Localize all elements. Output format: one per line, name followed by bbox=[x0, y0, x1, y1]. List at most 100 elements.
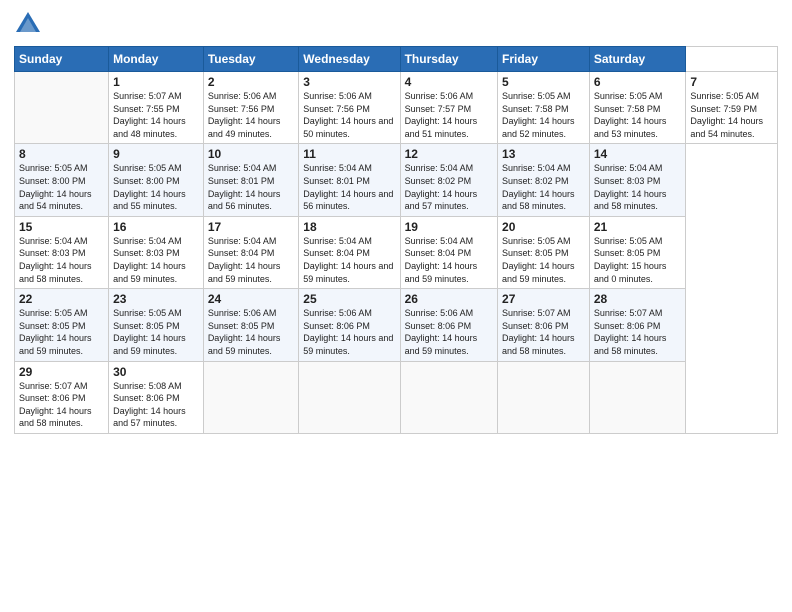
header-day-monday: Monday bbox=[109, 47, 204, 72]
day-number: 5 bbox=[502, 75, 585, 89]
day-info: Sunrise: 5:05 AMSunset: 8:05 PMDaylight:… bbox=[594, 236, 667, 284]
day-number: 15 bbox=[19, 220, 104, 234]
day-number: 7 bbox=[690, 75, 773, 89]
calendar-cell: 29 Sunrise: 5:07 AMSunset: 8:06 PMDayligh… bbox=[15, 361, 109, 433]
logo bbox=[14, 10, 44, 38]
day-number: 2 bbox=[208, 75, 294, 89]
calendar-cell: 5 Sunrise: 5:05 AMSunset: 7:58 PMDaylight… bbox=[498, 72, 590, 144]
day-info: Sunrise: 5:05 AMSunset: 7:58 PMDaylight:… bbox=[594, 91, 667, 139]
calendar-cell: 21Sunrise: 5:05 AMSunset: 8:05 PMDayligh… bbox=[589, 216, 686, 288]
calendar-cell: 8 Sunrise: 5:05 AMSunset: 8:00 PMDaylight… bbox=[15, 144, 109, 216]
calendar-cell: 10Sunrise: 5:04 AMSunset: 8:01 PMDayligh… bbox=[203, 144, 298, 216]
day-number: 17 bbox=[208, 220, 294, 234]
day-info: Sunrise: 5:06 AMSunset: 7:57 PMDaylight:… bbox=[405, 91, 478, 139]
calendar-cell: 15 Sunrise: 5:04 AMSunset: 8:03 PMDayligh… bbox=[15, 216, 109, 288]
day-info: Sunrise: 5:04 AMSunset: 8:03 PMDaylight:… bbox=[19, 236, 92, 284]
header-day-tuesday: Tuesday bbox=[203, 47, 298, 72]
day-info: Sunrise: 5:04 AMSunset: 8:02 PMDaylight:… bbox=[502, 163, 575, 211]
empty-cell bbox=[15, 72, 109, 144]
calendar-cell: 19Sunrise: 5:04 AMSunset: 8:04 PMDayligh… bbox=[400, 216, 497, 288]
day-number: 20 bbox=[502, 220, 585, 234]
day-number: 10 bbox=[208, 147, 294, 161]
calendar-table: SundayMondayTuesdayWednesdayThursdayFrid… bbox=[14, 46, 778, 434]
day-info: Sunrise: 5:04 AMSunset: 8:04 PMDaylight:… bbox=[405, 236, 478, 284]
day-info: Sunrise: 5:04 AMSunset: 8:02 PMDaylight:… bbox=[405, 163, 478, 211]
day-info: Sunrise: 5:05 AMSunset: 8:05 PMDaylight:… bbox=[19, 308, 92, 356]
calendar-week-row: 15 Sunrise: 5:04 AMSunset: 8:03 PMDayligh… bbox=[15, 216, 778, 288]
day-info: Sunrise: 5:07 AMSunset: 8:06 PMDaylight:… bbox=[502, 308, 575, 356]
calendar-cell: 2Sunrise: 5:06 AMSunset: 7:56 PMDaylight… bbox=[203, 72, 298, 144]
day-number: 25 bbox=[303, 292, 395, 306]
calendar-week-row: 8 Sunrise: 5:05 AMSunset: 8:00 PMDaylight… bbox=[15, 144, 778, 216]
calendar-cell: 26 Sunrise: 5:06 AMSunset: 8:06 PMDayligh… bbox=[400, 289, 497, 361]
day-info: Sunrise: 5:07 AMSunset: 7:55 PMDaylight:… bbox=[113, 91, 186, 139]
day-info: Sunrise: 5:05 AMSunset: 8:00 PMDaylight:… bbox=[113, 163, 186, 211]
header-day-friday: Friday bbox=[498, 47, 590, 72]
calendar-cell: 18 Sunrise: 5:04 AMSunset: 8:04 PMDayligh… bbox=[299, 216, 400, 288]
header bbox=[14, 10, 778, 38]
calendar-cell bbox=[498, 361, 590, 433]
day-info: Sunrise: 5:07 AMSunset: 8:06 PMDaylight:… bbox=[19, 381, 92, 429]
day-number: 12 bbox=[405, 147, 493, 161]
header-day-sunday: Sunday bbox=[15, 47, 109, 72]
day-info: Sunrise: 5:05 AMSunset: 7:58 PMDaylight:… bbox=[502, 91, 575, 139]
day-info: Sunrise: 5:04 AMSunset: 8:04 PMDaylight:… bbox=[303, 236, 393, 284]
day-number: 22 bbox=[19, 292, 104, 306]
day-info: Sunrise: 5:05 AMSunset: 8:05 PMDaylight:… bbox=[502, 236, 575, 284]
calendar-cell: 6Sunrise: 5:05 AMSunset: 7:58 PMDaylight… bbox=[589, 72, 686, 144]
header-day-wednesday: Wednesday bbox=[299, 47, 400, 72]
day-number: 18 bbox=[303, 220, 395, 234]
day-number: 13 bbox=[502, 147, 585, 161]
day-info: Sunrise: 5:05 AMSunset: 7:59 PMDaylight:… bbox=[690, 91, 763, 139]
day-number: 24 bbox=[208, 292, 294, 306]
calendar-header-row: SundayMondayTuesdayWednesdayThursdayFrid… bbox=[15, 47, 778, 72]
day-info: Sunrise: 5:04 AMSunset: 8:03 PMDaylight:… bbox=[594, 163, 667, 211]
logo-icon bbox=[14, 10, 42, 38]
day-number: 9 bbox=[113, 147, 199, 161]
day-number: 1 bbox=[113, 75, 199, 89]
calendar-cell: 1 Sunrise: 5:07 AMSunset: 7:55 PMDaylight… bbox=[109, 72, 204, 144]
calendar-cell: 9 Sunrise: 5:05 AMSunset: 8:00 PMDaylight… bbox=[109, 144, 204, 216]
day-number: 11 bbox=[303, 147, 395, 161]
day-info: Sunrise: 5:07 AMSunset: 8:06 PMDaylight:… bbox=[594, 308, 667, 356]
day-number: 29 bbox=[19, 365, 104, 379]
calendar-cell: 20 Sunrise: 5:05 AMSunset: 8:05 PMDayligh… bbox=[498, 216, 590, 288]
day-info: Sunrise: 5:06 AMSunset: 8:06 PMDaylight:… bbox=[303, 308, 393, 356]
header-day-thursday: Thursday bbox=[400, 47, 497, 72]
calendar-cell: 22 Sunrise: 5:05 AMSunset: 8:05 PMDayligh… bbox=[15, 289, 109, 361]
calendar-cell: 30Sunrise: 5:08 AMSunset: 8:06 PMDayligh… bbox=[109, 361, 204, 433]
day-number: 3 bbox=[303, 75, 395, 89]
calendar-cell: 4 Sunrise: 5:06 AMSunset: 7:57 PMDaylight… bbox=[400, 72, 497, 144]
day-info: Sunrise: 5:05 AMSunset: 8:00 PMDaylight:… bbox=[19, 163, 92, 211]
calendar-week-row: 29 Sunrise: 5:07 AMSunset: 8:06 PMDayligh… bbox=[15, 361, 778, 433]
calendar-cell: 12 Sunrise: 5:04 AMSunset: 8:02 PMDayligh… bbox=[400, 144, 497, 216]
calendar-cell bbox=[299, 361, 400, 433]
day-info: Sunrise: 5:04 AMSunset: 8:03 PMDaylight:… bbox=[113, 236, 186, 284]
calendar-week-row: 22 Sunrise: 5:05 AMSunset: 8:05 PMDayligh… bbox=[15, 289, 778, 361]
day-number: 8 bbox=[19, 147, 104, 161]
calendar-cell bbox=[400, 361, 497, 433]
day-info: Sunrise: 5:06 AMSunset: 8:06 PMDaylight:… bbox=[405, 308, 478, 356]
day-info: Sunrise: 5:04 AMSunset: 8:01 PMDaylight:… bbox=[303, 163, 393, 211]
calendar-cell: 25 Sunrise: 5:06 AMSunset: 8:06 PMDayligh… bbox=[299, 289, 400, 361]
calendar-cell bbox=[203, 361, 298, 433]
calendar-cell: 17 Sunrise: 5:04 AMSunset: 8:04 PMDayligh… bbox=[203, 216, 298, 288]
header-day-saturday: Saturday bbox=[589, 47, 686, 72]
day-number: 27 bbox=[502, 292, 585, 306]
day-number: 4 bbox=[405, 75, 493, 89]
page: SundayMondayTuesdayWednesdayThursdayFrid… bbox=[0, 0, 792, 612]
day-number: 26 bbox=[405, 292, 493, 306]
day-number: 14 bbox=[594, 147, 682, 161]
calendar-week-row: 1 Sunrise: 5:07 AMSunset: 7:55 PMDaylight… bbox=[15, 72, 778, 144]
day-info: Sunrise: 5:06 AMSunset: 8:05 PMDaylight:… bbox=[208, 308, 281, 356]
day-number: 23 bbox=[113, 292, 199, 306]
calendar-cell: 16Sunrise: 5:04 AMSunset: 8:03 PMDayligh… bbox=[109, 216, 204, 288]
calendar-cell: 11 Sunrise: 5:04 AMSunset: 8:01 PMDayligh… bbox=[299, 144, 400, 216]
calendar-cell: 28 Sunrise: 5:07 AMSunset: 8:06 PMDayligh… bbox=[589, 289, 686, 361]
day-info: Sunrise: 5:04 AMSunset: 8:04 PMDaylight:… bbox=[208, 236, 281, 284]
calendar-cell: 3Sunrise: 5:06 AMSunset: 7:56 PMDaylight… bbox=[299, 72, 400, 144]
day-info: Sunrise: 5:05 AMSunset: 8:05 PMDaylight:… bbox=[113, 308, 186, 356]
calendar-cell: 13 Sunrise: 5:04 AMSunset: 8:02 PMDayligh… bbox=[498, 144, 590, 216]
day-number: 28 bbox=[594, 292, 682, 306]
day-number: 30 bbox=[113, 365, 199, 379]
